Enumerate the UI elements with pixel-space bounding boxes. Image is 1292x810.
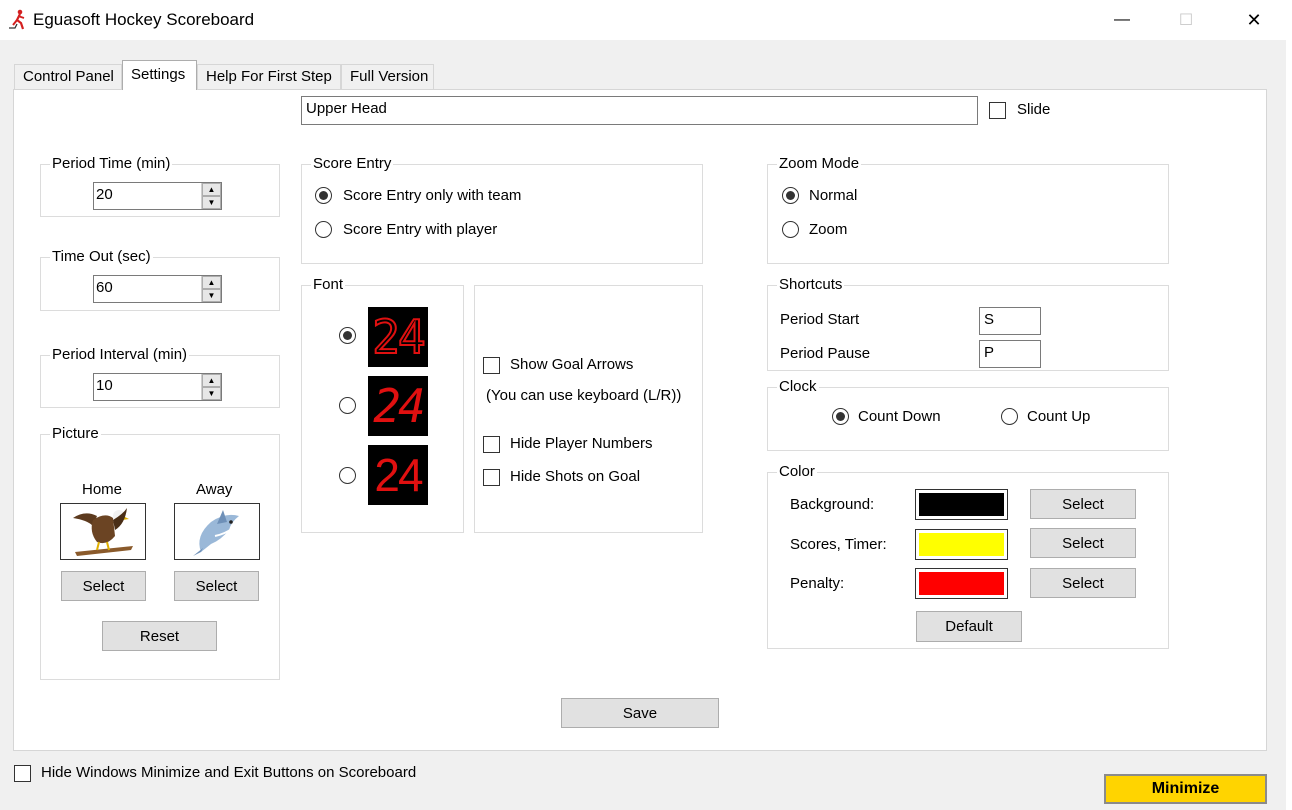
color-label: Color	[777, 463, 817, 480]
hide-player-numbers-label: Hide Player Numbers	[510, 435, 653, 452]
clock-count-up-label: Count Up	[1027, 408, 1091, 425]
picture-label: Picture	[50, 425, 101, 442]
clock-count-down-radio[interactable]	[832, 408, 849, 425]
slide-label: Slide	[1017, 101, 1051, 118]
penalty-color-label: Penalty:	[790, 575, 845, 592]
period-start-shortcut-input[interactable]: S	[979, 307, 1041, 335]
clock-group	[767, 387, 1169, 451]
spin-down-icon[interactable]: ▼	[202, 196, 221, 209]
scores-timer-color-swatch	[915, 529, 1008, 560]
spin-up-icon[interactable]: ▲	[202, 183, 221, 196]
window-maximize-button[interactable]: ☐	[1163, 0, 1209, 40]
clock-label: Clock	[777, 378, 819, 395]
zoom-mode-label: Zoom Mode	[777, 155, 862, 172]
zoom-normal-radio[interactable]	[782, 187, 799, 204]
close-icon: ✕	[1246, 9, 1262, 30]
font-sample-dotted: 24	[368, 307, 428, 367]
font-plain-radio[interactable]	[339, 467, 356, 484]
spin-down-icon[interactable]: ▼	[202, 387, 221, 400]
penalty-color-select-button[interactable]: Select	[1030, 568, 1136, 598]
hide-shots-on-goal-label: Hide Shots on Goal	[510, 468, 641, 485]
hide-player-numbers-checkbox[interactable]	[483, 436, 500, 453]
score-entry-player-radio[interactable]	[315, 221, 332, 238]
window-minimize-button[interactable]: —	[1099, 0, 1145, 40]
hide-shots-on-goal-checkbox[interactable]	[483, 469, 500, 486]
window-edge	[1286, 40, 1292, 810]
hide-window-buttons-label: Hide Windows Minimize and Exit Buttons o…	[41, 764, 417, 781]
window-close-button[interactable]: ✕	[1231, 0, 1277, 40]
score-entry-team-label: Score Entry only with team	[343, 187, 522, 204]
period-interval-value: 10	[96, 377, 113, 394]
maximize-icon: ☐	[1178, 12, 1194, 29]
away-logo-shark-image	[174, 503, 260, 560]
home-logo-eagle-image	[60, 503, 146, 560]
font-label: Font	[311, 276, 346, 293]
font-segment-radio[interactable]	[339, 397, 356, 414]
score-entry-label: Score Entry	[311, 155, 394, 172]
score-entry-team-radio[interactable]	[315, 187, 332, 204]
clock-count-down-label: Count Down	[858, 408, 941, 425]
scores-timer-color-select-button[interactable]: Select	[1030, 528, 1136, 558]
home-label: Home	[82, 481, 123, 498]
font-sample-segment: 24	[368, 376, 428, 436]
background-color-label: Background:	[790, 496, 875, 513]
score-entry-player-label: Score Entry with player	[343, 221, 498, 238]
minimize-icon: —	[1114, 11, 1130, 28]
penalty-color-swatch	[915, 568, 1008, 599]
background-color-swatch	[915, 489, 1008, 520]
background-color-select-button[interactable]: Select	[1030, 489, 1136, 519]
period-time-spinner[interactable]: 20 ▲ ▼	[93, 182, 222, 210]
picture-reset-button[interactable]: Reset	[102, 621, 217, 651]
minimize-scoreboard-button[interactable]: Minimize	[1104, 774, 1267, 804]
zoom-zoom-radio[interactable]	[782, 221, 799, 238]
zoom-zoom-label: Zoom	[809, 221, 848, 238]
away-label: Away	[196, 481, 233, 498]
window-title: Eguasoft Hockey Scoreboard	[33, 10, 255, 29]
time-out-spinner[interactable]: 60 ▲ ▼	[93, 275, 222, 303]
show-goal-arrows-label: Show Goal Arrows	[510, 356, 634, 373]
period-time-value: 20	[96, 186, 113, 203]
period-pause-shortcut-input[interactable]: P	[979, 340, 1041, 368]
time-out-value: 60	[96, 279, 113, 296]
spin-up-icon[interactable]: ▲	[202, 374, 221, 387]
away-picture-select-button[interactable]: Select	[174, 571, 259, 601]
hockey-player-icon	[8, 8, 28, 30]
slide-checkbox[interactable]	[989, 102, 1006, 119]
time-out-label: Time Out (sec)	[50, 248, 153, 265]
clock-count-up-radio[interactable]	[1001, 408, 1018, 425]
tab-control-panel[interactable]: Control Panel	[14, 64, 122, 89]
tab-full-version[interactable]: Full Version	[341, 64, 434, 89]
period-start-label: Period Start	[780, 311, 860, 328]
show-goal-arrows-checkbox[interactable]	[483, 357, 500, 374]
scores-timer-color-label: Scores, Timer:	[790, 536, 887, 553]
score-entry-group	[301, 164, 703, 264]
zoom-mode-group	[767, 164, 1169, 264]
font-sample-plain: 24	[368, 445, 428, 505]
zoom-normal-label: Normal	[809, 187, 858, 204]
spin-up-icon[interactable]: ▲	[202, 276, 221, 289]
color-default-button[interactable]: Default	[916, 611, 1022, 642]
hide-window-buttons-checkbox[interactable]	[14, 765, 31, 782]
period-interval-label: Period Interval (min)	[50, 346, 190, 363]
display-options-group	[474, 285, 703, 533]
period-pause-label: Period Pause	[780, 345, 871, 362]
keyboard-note: (You can use keyboard (L/R))	[486, 387, 682, 404]
font-dotted-radio[interactable]	[339, 327, 356, 344]
upper-head-input[interactable]: Upper Head	[301, 96, 978, 125]
tab-settings[interactable]: Settings	[122, 60, 197, 90]
home-picture-select-button[interactable]: Select	[61, 571, 146, 601]
period-interval-spinner[interactable]: 10 ▲ ▼	[93, 373, 222, 401]
save-button[interactable]: Save	[561, 698, 719, 728]
spin-down-icon[interactable]: ▼	[202, 289, 221, 302]
shortcuts-label: Shortcuts	[777, 276, 845, 293]
period-time-label: Period Time (min)	[50, 155, 173, 172]
tab-help-first-step[interactable]: Help For First Step	[197, 64, 341, 89]
